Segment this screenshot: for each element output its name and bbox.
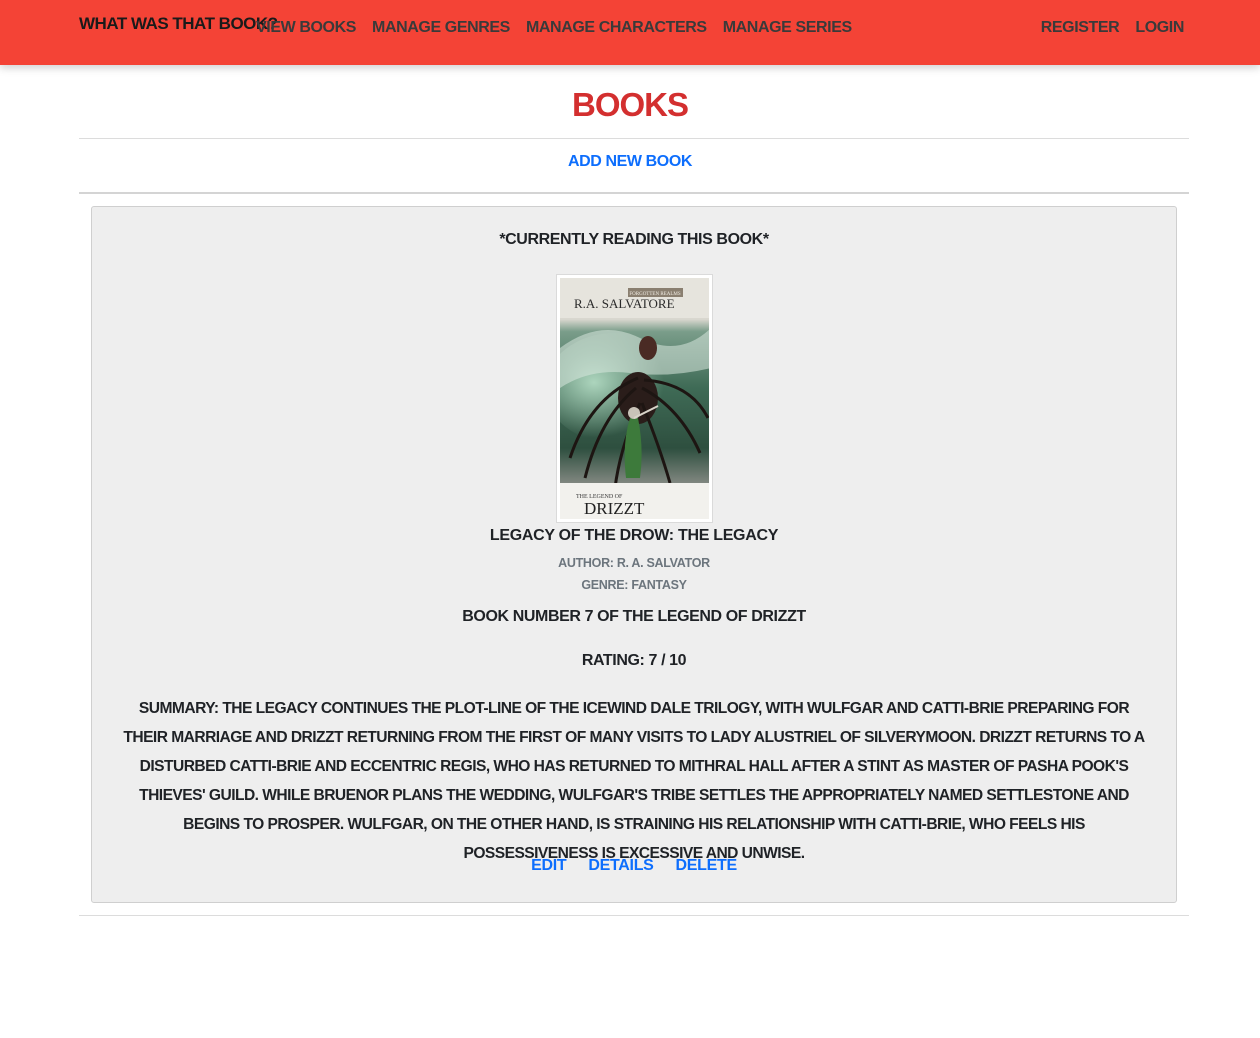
main-nav: View Books Manage Genres Manage Characte…	[256, 19, 852, 37]
book-actions: Edit Details Delete	[92, 857, 1176, 875]
book-genre: Genre: Fantasy	[581, 578, 687, 592]
nav-view-books[interactable]: View Books	[256, 19, 356, 37]
currently-reading-label: *Currently Reading this book*	[499, 231, 769, 248]
svg-text:R.A. SALVATORE: R.A. SALVATORE	[574, 296, 675, 311]
book-cover-image: FORGOTTEN REALMS R.A. SALVATORE THE LEGE…	[560, 278, 709, 519]
svg-text:DRIZZT: DRIZZT	[584, 499, 645, 518]
nav-manage-characters[interactable]: Manage Characters	[526, 19, 707, 37]
book-title: Legacy of the Drow: The Legacy	[489, 527, 779, 544]
details-link[interactable]: Details	[588, 857, 653, 875]
add-new-book-link[interactable]: Add New Book	[0, 153, 1260, 171]
nav-register[interactable]: Register	[1041, 19, 1120, 37]
divider	[79, 138, 1189, 139]
book-card: *Currently Reading this book*	[91, 206, 1177, 903]
book-author: Author: R. A. Salvator	[558, 556, 710, 570]
book-cover: FORGOTTEN REALMS R.A. SALVATORE THE LEGE…	[556, 274, 713, 523]
book-summary: Summary: The Legacy continues the plot-l…	[123, 700, 1145, 862]
divider	[79, 915, 1189, 916]
nav-manage-genres[interactable]: Manage Genres	[372, 19, 510, 37]
nav-manage-series[interactable]: Manage Series	[723, 19, 852, 37]
brand-link[interactable]: What was that book?	[79, 14, 278, 34]
top-navbar: What was that book? View Books Manage Ge…	[0, 0, 1260, 65]
book-series: Book number 7 of The Legend of Drizzt	[462, 608, 806, 625]
nav-login[interactable]: Login	[1135, 19, 1184, 37]
divider	[79, 192, 1189, 194]
edit-link[interactable]: Edit	[531, 857, 567, 875]
page-title: Books	[571, 86, 689, 123]
delete-link[interactable]: Delete	[676, 857, 738, 875]
book-rating: Rating: 7 / 10	[581, 652, 687, 669]
account-nav: Register Login	[1041, 19, 1185, 37]
